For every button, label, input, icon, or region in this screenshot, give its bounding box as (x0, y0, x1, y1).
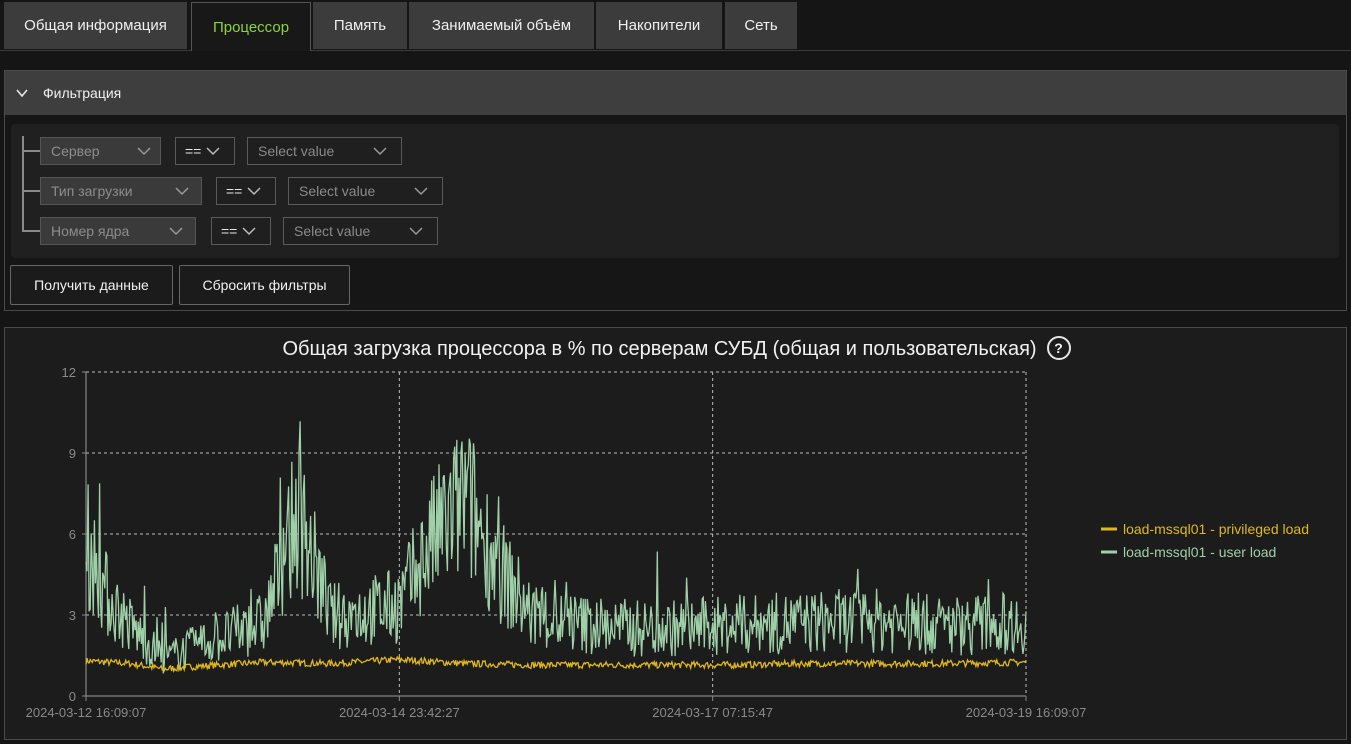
filter-value-select[interactable]: Select value (283, 217, 438, 245)
filter-field-server[interactable]: Сервер (40, 137, 161, 165)
series-lines (85, 421, 1027, 674)
tab-label: Накопители (617, 17, 701, 34)
chevron-down-icon (247, 187, 261, 196)
chart-grid (85, 371, 1027, 697)
tab-label: Общая информация (24, 17, 167, 34)
dropdown-placeholder: Select value (258, 143, 335, 159)
filter-value-select[interactable]: Select value (247, 137, 402, 165)
filter-field-load-type[interactable]: Тип загрузки (40, 177, 202, 205)
chevron-down-icon (242, 227, 256, 236)
tab-label: Процессор (212, 18, 290, 36)
tree-connector (22, 230, 40, 232)
filter-operator[interactable]: == (175, 137, 235, 165)
tab-memory[interactable]: Память (313, 2, 407, 49)
tab-occupied-space[interactable]: Занимаемый объём (409, 2, 594, 49)
chevron-down-icon (175, 187, 189, 196)
chevron-down-icon (409, 227, 423, 236)
filter-title: Фильтрация (43, 85, 122, 101)
legend-label: load-mssql01 - privileged load (1123, 521, 1309, 537)
filter-field-core-number[interactable]: Номер ядра (40, 217, 196, 245)
chevron-down-icon (137, 147, 151, 156)
y-tick-label: 3 (69, 608, 76, 623)
tab-label: Занимаемый объём (431, 17, 572, 34)
tab-processor[interactable]: Процессор (191, 2, 311, 51)
tab-network[interactable]: Сеть (725, 2, 797, 49)
chevron-down-icon (16, 89, 28, 98)
dropdown-placeholder: Select value (299, 183, 376, 199)
dropdown-label: == (185, 143, 202, 159)
filter-value-select[interactable]: Select value (288, 177, 443, 205)
tab-storage[interactable]: Накопители (596, 2, 722, 49)
filter-conditions: Сервер == Select value Тип загрузки == S… (11, 124, 1339, 258)
get-data-button[interactable]: Получить данные (10, 265, 173, 305)
y-tick-label: 12 (62, 365, 76, 380)
dropdown-label: == (221, 223, 238, 239)
tree-connector (22, 190, 40, 192)
filter-header[interactable]: Фильтрация (5, 71, 1346, 115)
reset-filters-button[interactable]: Сбросить фильтры (179, 265, 350, 305)
dropdown-label: == (226, 183, 243, 199)
x-tick-label: 2024-03-19 16:09:07 (966, 705, 1087, 720)
dropdown-placeholder: Select value (294, 223, 371, 239)
x-axis-ticks: 2024-03-12 16:09:07 2024-03-14 23:42:27 20… (26, 696, 1087, 720)
chevron-down-icon (206, 147, 220, 156)
dropdown-label: Сервер (51, 143, 100, 159)
y-tick-label: 6 (69, 527, 76, 542)
x-tick-label: 2024-03-17 07:15:47 (652, 705, 773, 720)
y-tick-label: 9 (69, 446, 76, 461)
legend-label: load-mssql01 - user load (1123, 544, 1276, 560)
y-axis-ticks: 0 3 6 9 12 (62, 365, 86, 704)
x-tick-label: 2024-03-14 23:42:27 (339, 705, 460, 720)
tree-connector (22, 150, 40, 152)
cpu-load-chart: 0 3 6 9 12 2024-03-12 16:09:07 2024-03-14 23:… (26, 365, 1309, 720)
filter-panel: Фильтрация Сервер == Select value Тип за… (4, 70, 1347, 311)
tab-label: Сеть (744, 17, 778, 34)
dropdown-label: Тип загрузки (51, 183, 133, 199)
tab-bar: Общая информация Процессор Память Занима… (0, 0, 1351, 51)
chevron-down-icon (414, 187, 428, 196)
y-tick-label: 0 (69, 689, 76, 704)
tab-label: Память (333, 17, 387, 34)
chart-panel: Общая загрузка процессора в % по сервера… (4, 327, 1347, 740)
series-line (85, 655, 1027, 674)
chevron-down-icon (373, 147, 387, 156)
series-line (85, 421, 1027, 674)
filter-operator[interactable]: == (216, 177, 276, 205)
chart-legend: load-mssql01 - privileged load load-mssql… (1101, 521, 1309, 560)
chevron-down-icon (169, 227, 183, 236)
x-tick-label: 2024-03-12 16:09:07 (26, 705, 147, 720)
tab-general-info[interactable]: Общая информация (4, 2, 187, 49)
dropdown-label: Номер ядра (51, 223, 130, 239)
filter-operator[interactable]: == (211, 217, 271, 245)
